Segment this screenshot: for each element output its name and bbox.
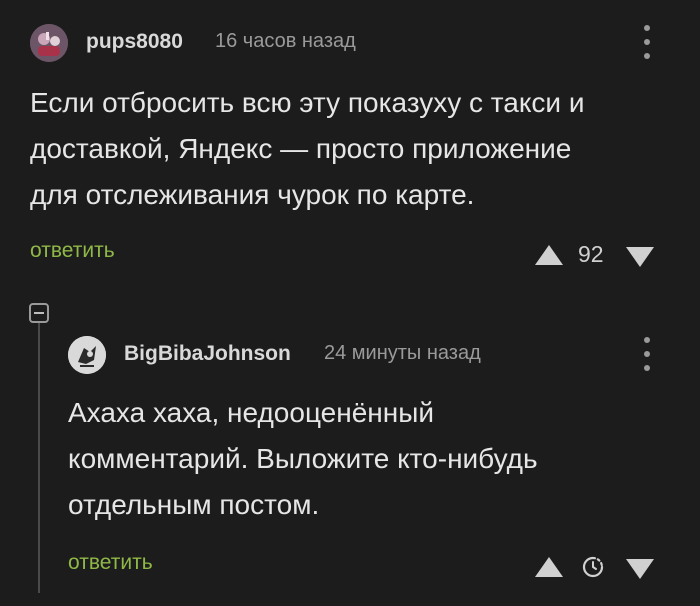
comment-line: Ахаха хаха, недооценённый [68,397,434,428]
comment-line: отдельным постом. [68,489,320,520]
upvote-icon[interactable] [535,557,563,577]
comment-line: доставкой, Яндекс — просто приложение [30,133,572,164]
comment-line: для отслеживания чурок по карте. [30,179,475,210]
reply-button[interactable]: ответить [68,551,153,575]
upvote-icon[interactable] [535,245,563,265]
avatar-image [30,24,68,62]
comment-timestamp: 24 минуты назад [324,342,481,364]
comment-line: Если отбросить всю эту показуху с такси … [30,87,585,118]
reply-button[interactable]: ответить [30,239,115,263]
downvote-icon[interactable] [626,247,654,267]
comment-author[interactable]: BigBibaJohnson [124,342,291,366]
downvote-icon[interactable] [626,559,654,579]
avatar[interactable] [68,336,106,374]
thread-line[interactable] [38,323,40,593]
more-options-icon[interactable] [642,25,652,59]
collapse-thread-button[interactable] [29,303,49,323]
avatar[interactable] [30,24,68,62]
avatar-image [68,336,106,374]
comment-body: Ахаха хаха, недооценённый комментарий. В… [68,390,688,528]
comment-body: Если отбросить всю эту показуху с такси … [30,80,690,218]
minus-icon [34,312,44,314]
timer-icon [581,555,605,579]
comment-author[interactable]: pups8080 [86,30,183,54]
comment-score: 92 [578,241,604,267]
comment-line: комментарий. Выложите кто-нибудь [68,443,538,474]
more-options-icon[interactable] [642,337,652,371]
comment-timestamp: 16 часов назад [215,30,356,52]
